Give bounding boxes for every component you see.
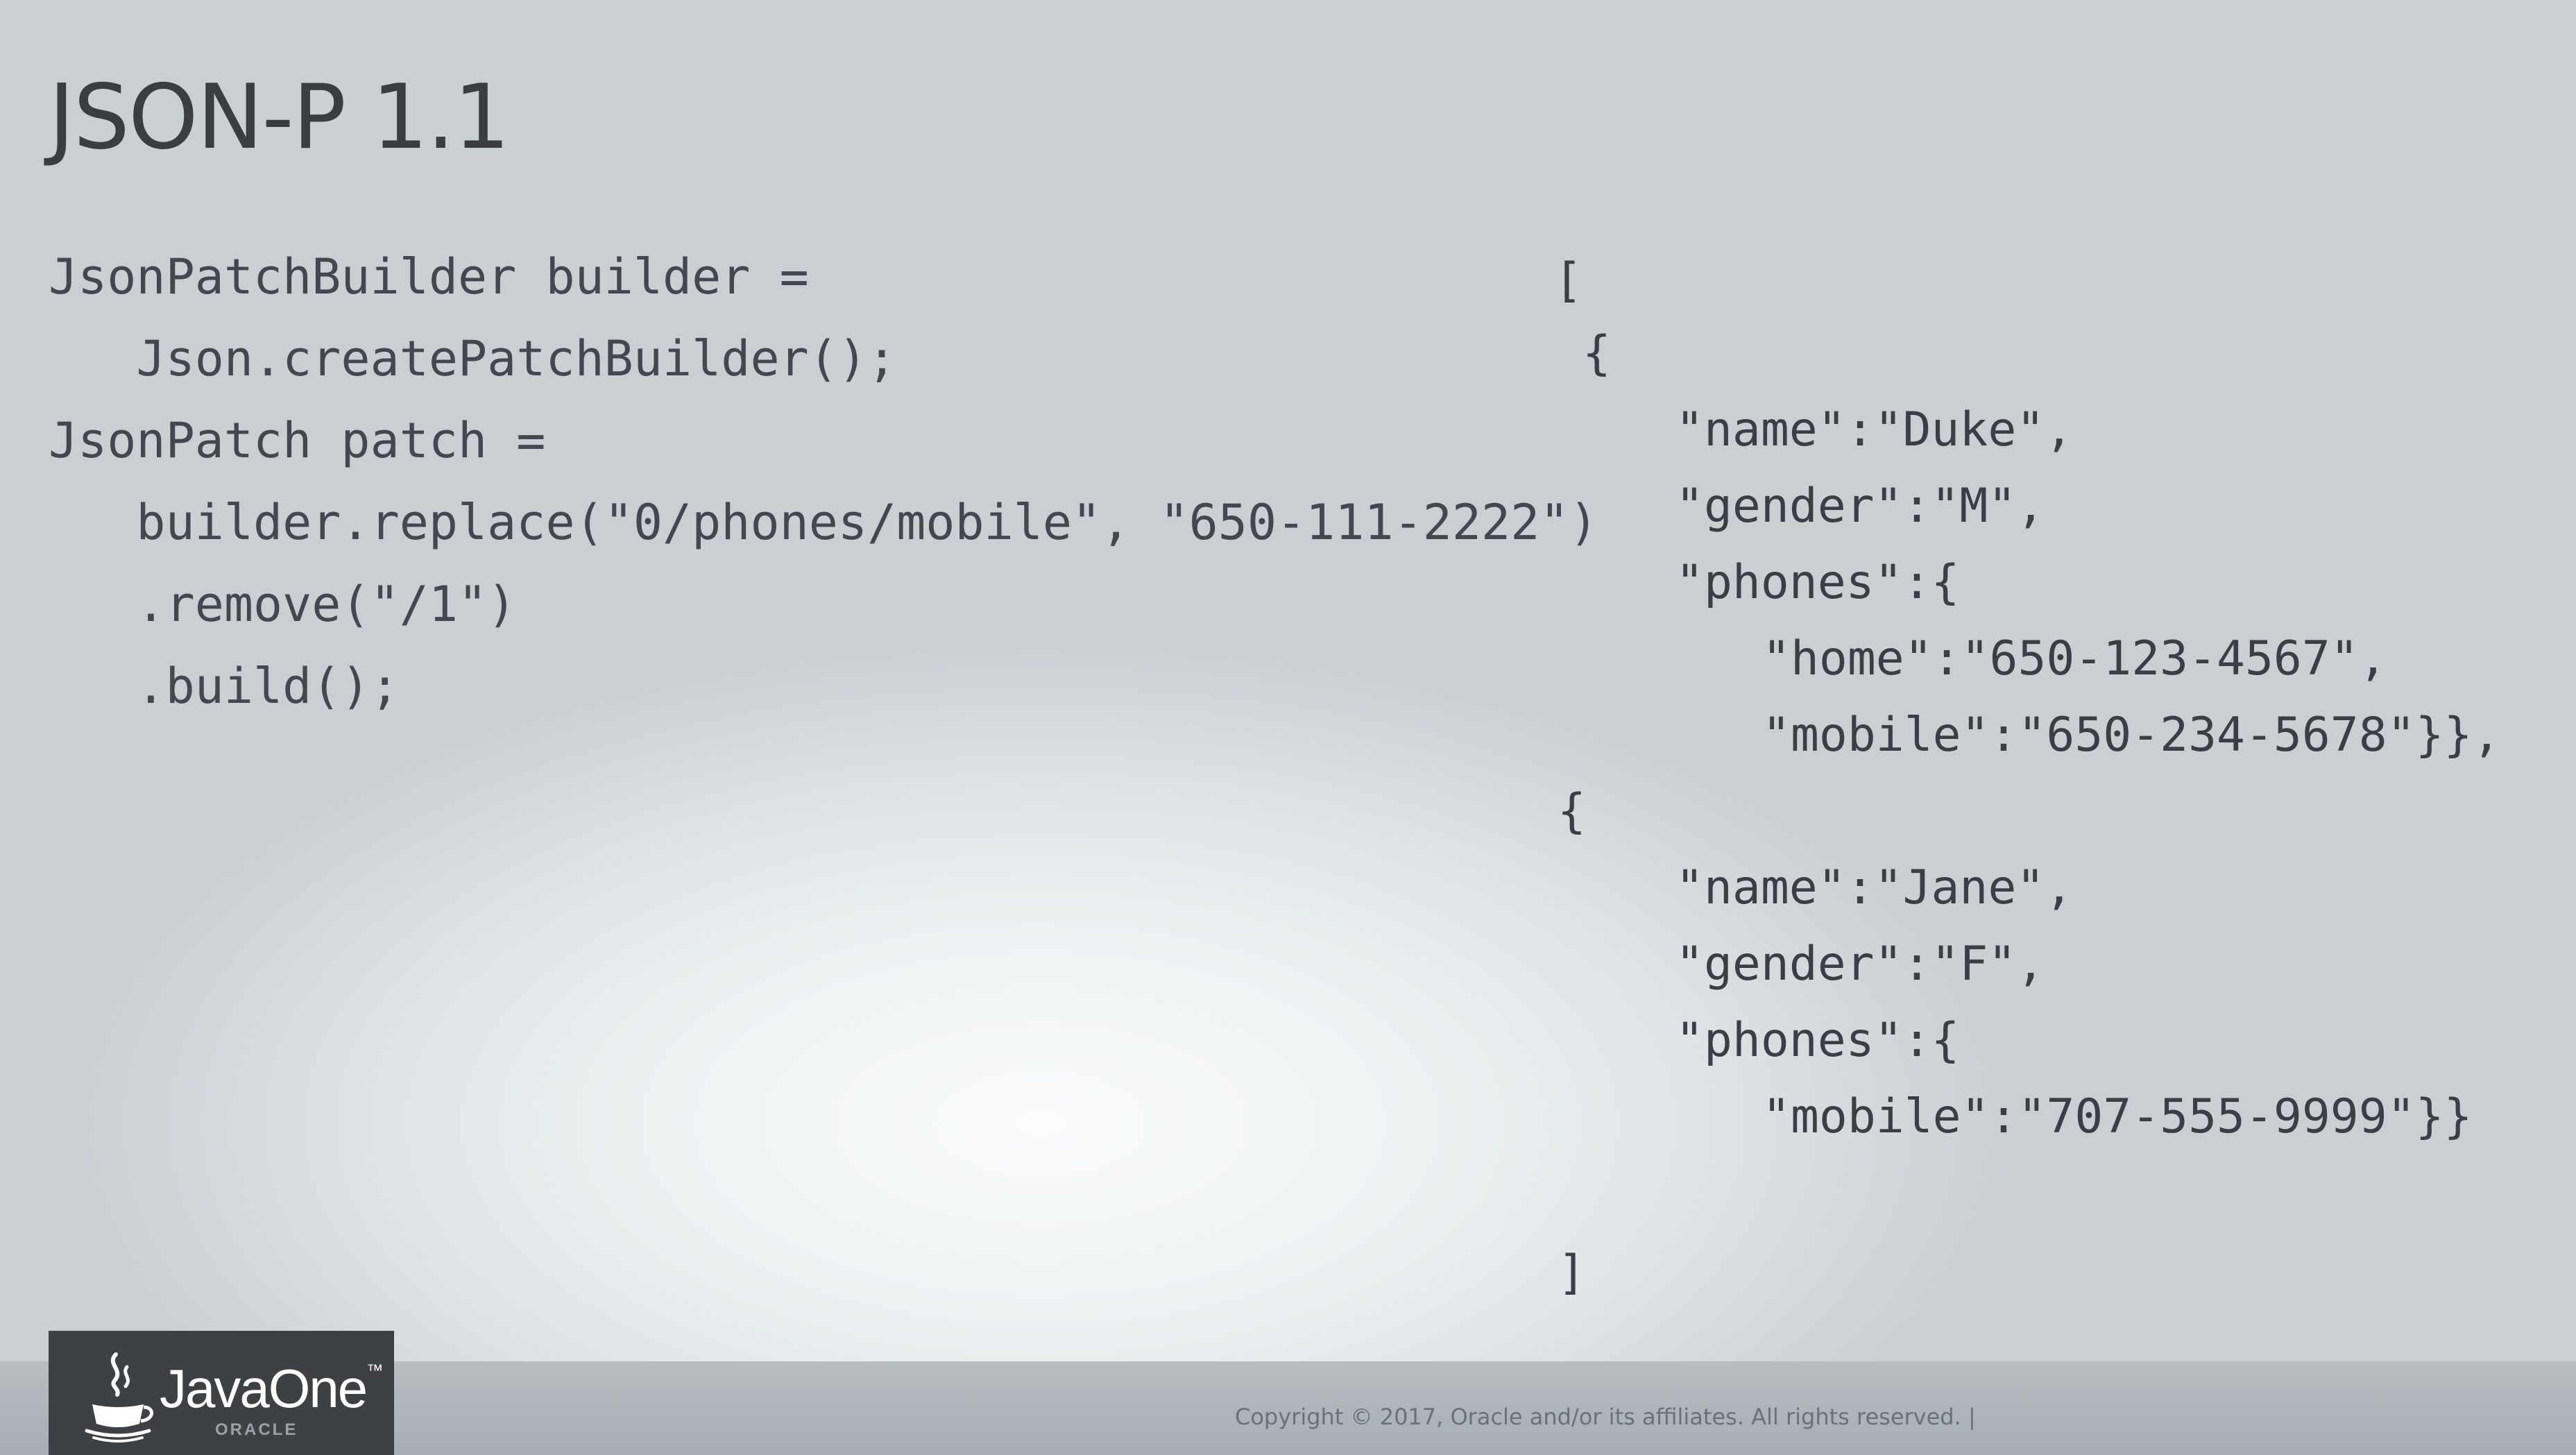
code-block-java: JsonPatchBuilder builder = Json.createPa… bbox=[49, 236, 1598, 715]
code-line: "gender":"M", bbox=[1675, 479, 2045, 534]
copyright-notice: Copyright © 2017, Oracle and/or its affi… bbox=[1235, 1404, 1976, 1430]
javaone-logo: JavaOne™ ORACLE bbox=[49, 1331, 394, 1455]
oracle-wordmark: ORACLE bbox=[215, 1420, 298, 1439]
code-line: builder.replace("0/phones/mobile", "650-… bbox=[49, 494, 1598, 551]
code-line: "home":"650-123-4567", bbox=[1762, 631, 2387, 686]
code-line: "mobile":"650-234-5678"}}, bbox=[1762, 708, 2501, 763]
code-line: { bbox=[1558, 784, 1586, 839]
code-line: JsonPatch patch = bbox=[49, 412, 546, 469]
code-line: .build(); bbox=[49, 658, 400, 715]
code-line: "name":"Duke", bbox=[1675, 402, 2074, 457]
javaone-wordmark: JavaOne™ bbox=[160, 1358, 383, 1419]
code-line: [ bbox=[1554, 253, 1583, 308]
code-line: "phones":{ bbox=[1675, 555, 1960, 610]
code-line: JsonPatchBuilder builder = bbox=[49, 248, 809, 305]
code-line: .remove("/1") bbox=[49, 576, 517, 633]
code-line: Json.createPatchBuilder(); bbox=[49, 330, 897, 387]
code-block-json: [ { "name":"Duke", "gender":"M", "phones… bbox=[1554, 243, 2500, 1300]
code-line: ] bbox=[1558, 1245, 1586, 1300]
code-line: { bbox=[1554, 326, 1611, 381]
code-line: "name":"Jane", bbox=[1675, 860, 2074, 915]
code-line: "mobile":"707-555-9999"}} bbox=[1762, 1089, 2473, 1144]
java-cup-icon bbox=[85, 1352, 153, 1443]
slide-title: JSON-P 1.1 bbox=[49, 66, 510, 169]
code-line: "gender":"F", bbox=[1675, 937, 2045, 992]
code-line: "phones":{ bbox=[1675, 1013, 1960, 1068]
